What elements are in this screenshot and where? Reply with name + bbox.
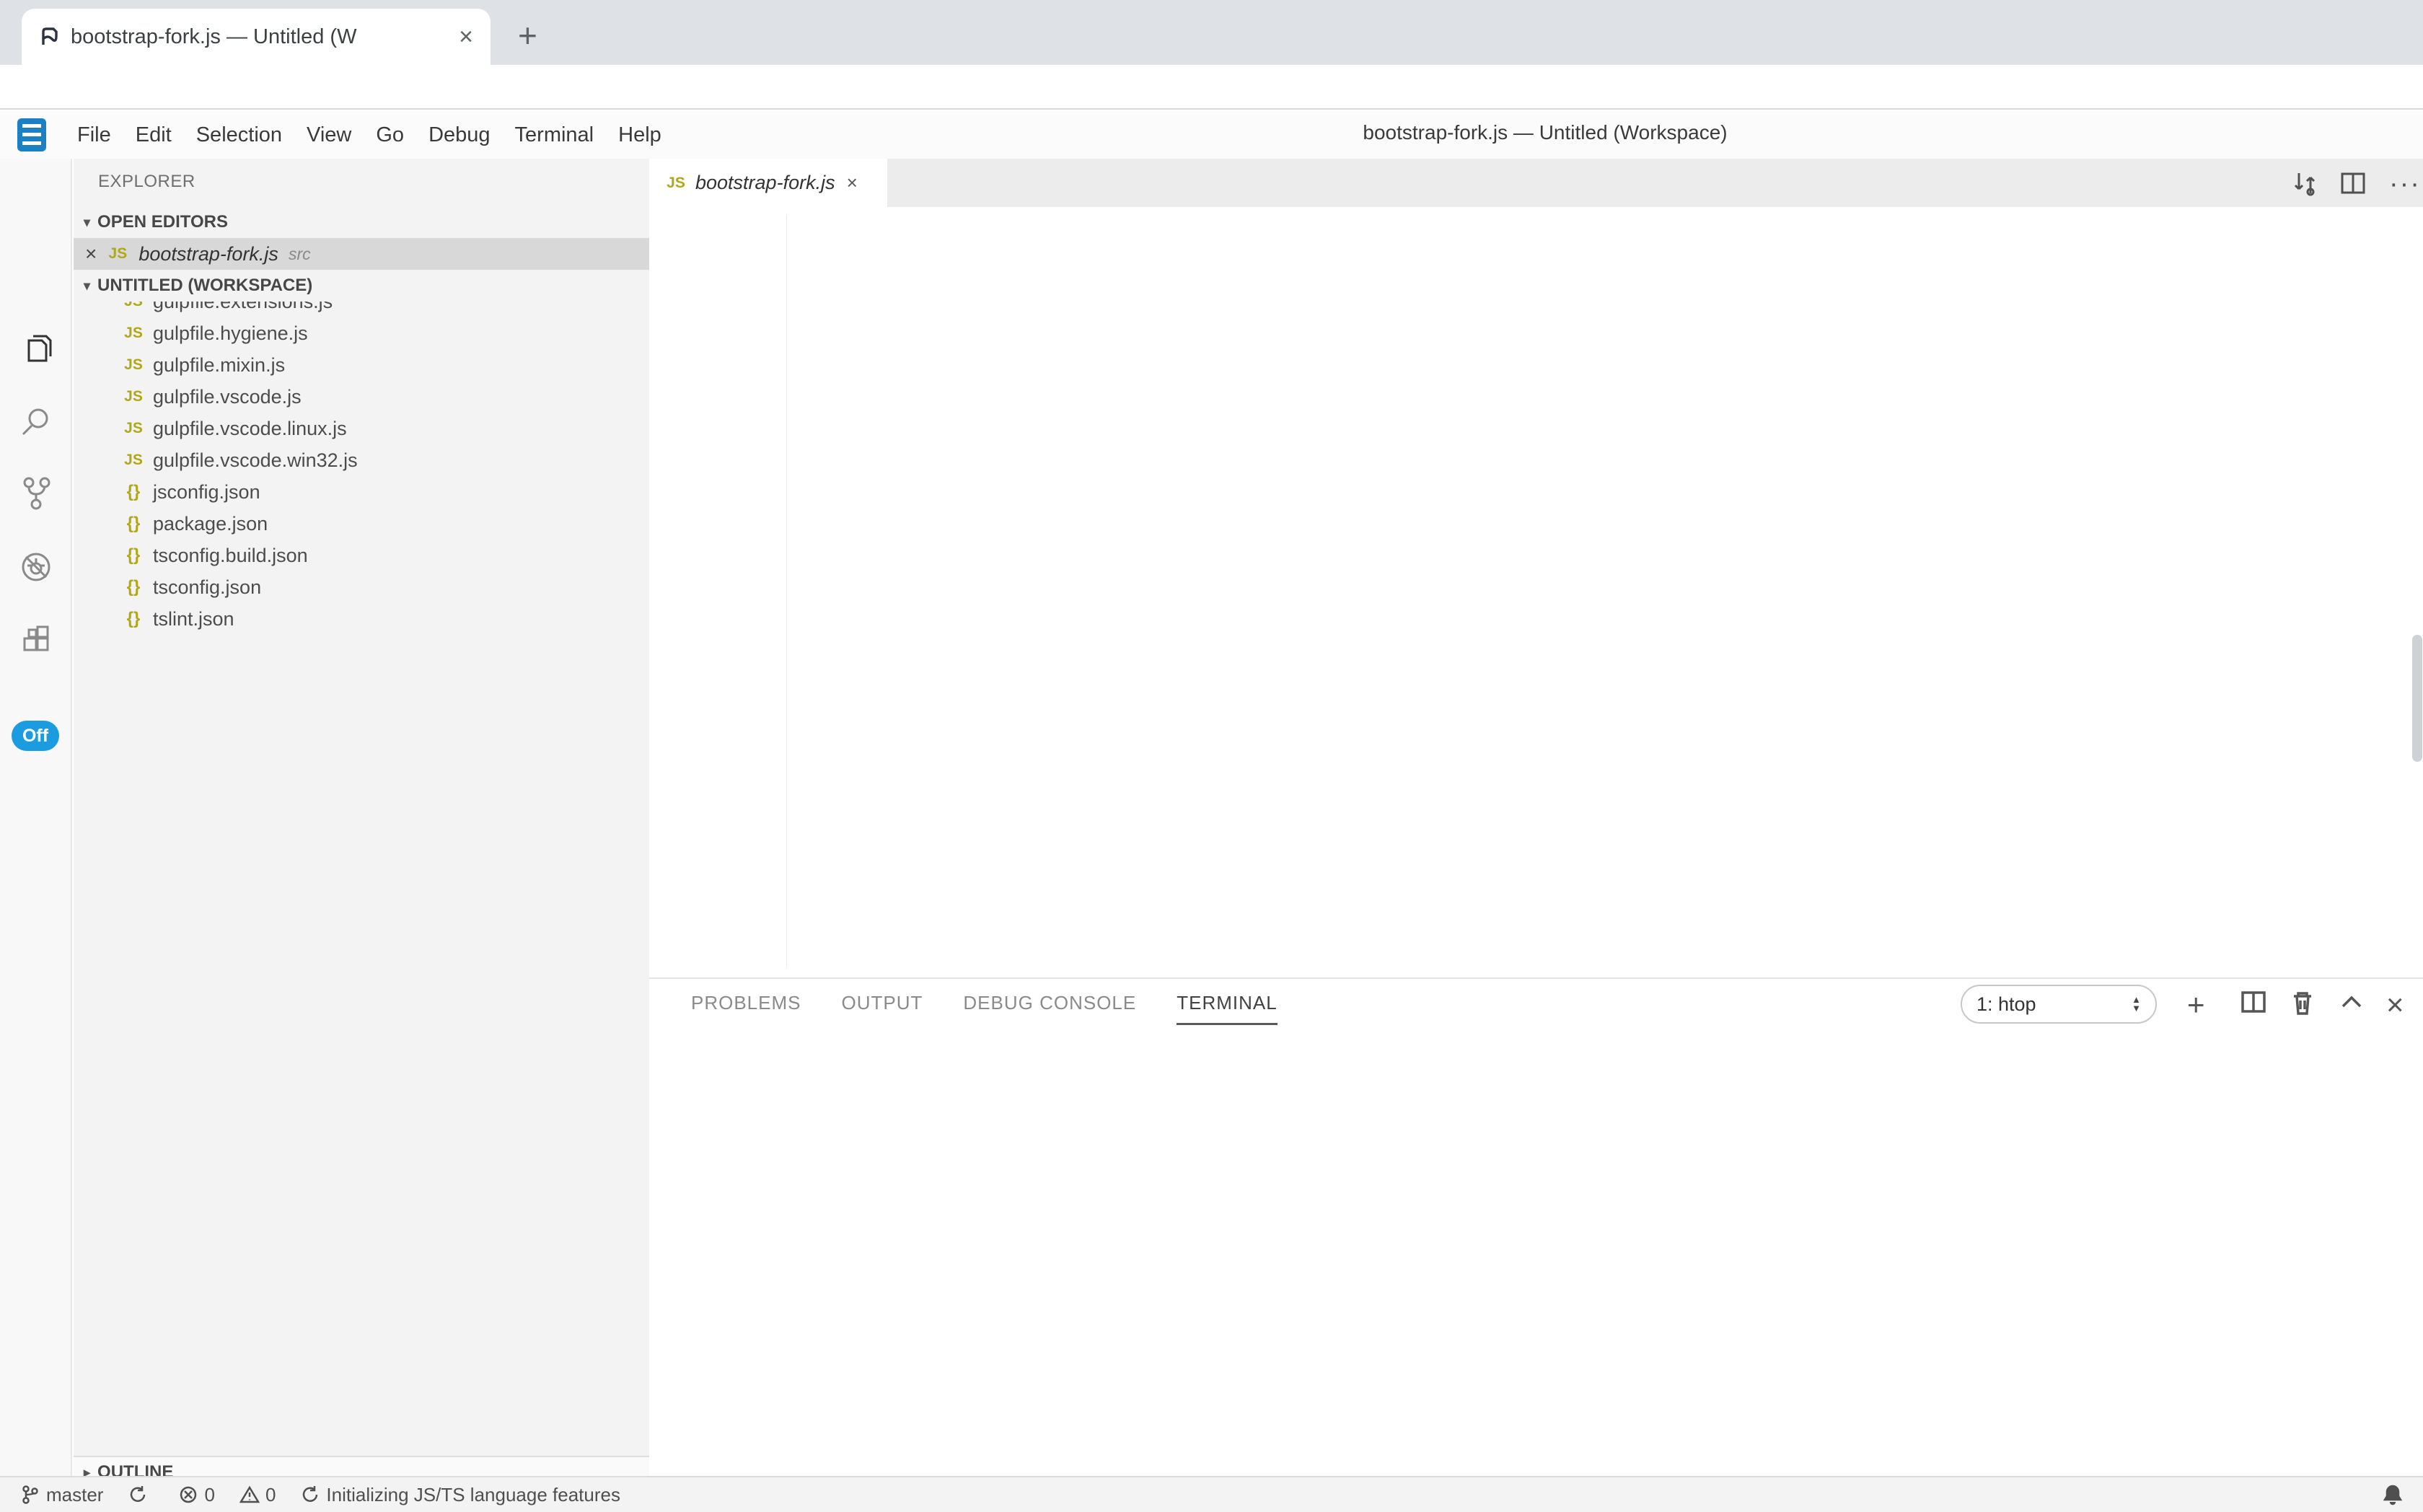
status-badge[interactable]: Off [12,721,59,751]
tree-item-package.json[interactable]: {}package.json [74,508,649,540]
activity-bar: Off ⚙ [0,159,72,1476]
terminal-select[interactable]: 1: htop ▲▼ [1961,985,2157,1024]
warning-icon [239,1485,260,1505]
menu-debug[interactable]: Debug [428,123,490,147]
menu-go[interactable]: Go [376,123,404,147]
spinner-icon [300,1485,320,1505]
more-actions-icon[interactable]: ··· [2389,169,2421,200]
tree-item-jsconfig.json[interactable]: {}jsconfig.json [74,476,649,508]
browser-toolbar: ← → ⟳ ide.coder.com ★ J [0,65,2423,110]
js-file-icon: JS [121,325,146,342]
bell-icon[interactable] [2383,1484,2403,1506]
source-control-icon[interactable] [19,475,53,510]
menu-selection[interactable]: Selection [196,123,282,147]
select-chevron-icon: ▲▼ [2132,995,2141,1013]
status-bar: master 0 0 Initializing JS/TS language f… [0,1476,2423,1512]
tab-close-icon[interactable]: × [847,172,858,194]
json-file-icon: {} [121,545,146,566]
json-file-icon: {} [121,609,146,629]
tree-item-tsconfig.build.json[interactable]: {}tsconfig.build.json [74,540,649,571]
tree-item-gulpfile.vscode.js[interactable]: JSgulpfile.vscode.js [74,381,649,413]
app-logo-icon [17,118,46,151]
editor-scrollbar[interactable] [2412,635,2422,762]
editor-tab-bar: JS bootstrap-fork.js × ··· [649,159,2423,207]
tree-item-tsconfig.json[interactable]: {}tsconfig.json [74,571,649,603]
extensions-icon[interactable] [19,623,53,657]
open-changes-icon[interactable] [2290,169,2319,201]
language-status-item[interactable]: Initializing JS/TS language features [300,1484,620,1506]
menu-help[interactable]: Help [618,123,661,147]
new-tab-button[interactable]: + [518,16,537,55]
sidebar-title: EXPLORER [98,172,195,192]
menu-terminal[interactable]: Terminal [515,123,594,147]
terminal[interactable] [649,1047,2423,1451]
split-editor-icon[interactable] [2339,169,2367,201]
outline-header[interactable]: ▸ OUTLINE [74,1456,649,1476]
split-terminal-icon[interactable] [2239,988,2268,1024]
coder-favicon [39,26,61,48]
json-file-icon: {} [121,514,146,534]
maximize-panel-icon[interactable] [2337,988,2366,1024]
tree-item-gulpfile.mixin.js[interactable]: JSgulpfile.mixin.js [74,349,649,381]
panel-tab-terminal[interactable]: TERMINAL [1177,992,1277,1025]
close-icon: × [85,242,97,265]
search-icon[interactable] [19,404,53,439]
menu-view[interactable]: View [307,123,351,147]
open-editor-item[interactable]: × JS bootstrap-fork.js src [74,238,649,270]
git-branch-item[interactable]: master [20,1484,103,1506]
kill-terminal-icon[interactable] [2288,988,2317,1024]
js-file-icon: JS [121,420,146,437]
panel-tab-output[interactable]: OUTPUT [842,992,923,1025]
indent-guide [786,214,787,967]
warnings-item[interactable]: 0 [239,1484,276,1506]
menu-edit[interactable]: Edit [136,123,172,147]
sync-icon [128,1485,148,1505]
errors-item[interactable]: 0 [178,1484,214,1506]
json-file-icon: {} [121,577,146,597]
browser-tab[interactable]: bootstrap-fork.js — Untitled (W × [22,9,491,65]
explorer-icon[interactable] [19,332,53,366]
panel-tab-debug-console[interactable]: DEBUG CONSOLE [963,992,1136,1025]
browser-tab-title: bootstrap-fork.js — Untitled (W [71,25,449,49]
js-file-icon: JS [105,245,130,263]
open-editors-header[interactable]: ▾ OPEN EDITORS [74,206,649,238]
js-file-icon: JS [664,175,688,192]
tree-item-gulpfile.vscode.linux.js[interactable]: JSgulpfile.vscode.linux.js [74,413,649,444]
branch-icon [20,1485,40,1505]
explorer-sidebar: EXPLORER ▾ OPEN EDITORS × JS bootstrap-f… [74,159,649,1476]
js-file-icon: JS [121,452,146,469]
close-panel-icon[interactable]: × [2386,988,2404,1022]
code-editor[interactable] [649,207,2423,977]
browser-tab-strip: bootstrap-fork.js — Untitled (W × + [0,0,2423,65]
error-icon [178,1485,198,1505]
sync-item[interactable] [128,1485,154,1505]
tree-item-gulpfile.vscode.win32.js[interactable]: JSgulpfile.vscode.win32.js [74,444,649,476]
panel-tab-problems[interactable]: PROBLEMS [691,992,801,1025]
tab-close-icon[interactable]: × [459,23,473,51]
section-chevron-icon: ▾ [84,278,90,294]
bottom-panel: PROBLEMS OUTPUT DEBUG CONSOLE TERMINAL 1: h… [649,977,2423,1476]
new-terminal-icon[interactable]: + [2187,988,2205,1022]
window-title: bootstrap-fork.js — Untitled (Workspace) [1363,121,1727,144]
debug-off-icon[interactable] [19,550,53,584]
js-file-icon: JS [121,356,146,374]
js-file-icon: JS [121,388,146,405]
menu-bar: File Edit Selection View Go Debug Terminal Help [0,111,2423,159]
tree-item-tslint.json[interactable]: {}tslint.json [74,603,649,635]
workspace-header[interactable]: ▾ UNTITLED (WORKSPACE) [74,270,649,302]
status-bar-right [2354,1484,2403,1506]
editor-tab[interactable]: JS bootstrap-fork.js × [649,159,887,207]
json-file-icon: {} [121,482,146,502]
menu-file[interactable]: File [77,123,111,147]
panel-tabs: PROBLEMS OUTPUT DEBUG CONSOLE TERMINAL [691,992,1318,1025]
file-tree: JSgulpfile.extensions.jsJSgulpfile.hygie… [74,286,649,635]
section-chevron-icon: ▾ [84,215,90,230]
section-chevron-icon: ▸ [84,1465,90,1477]
tree-item-gulpfile.hygiene.js[interactable]: JSgulpfile.hygiene.js [74,317,649,349]
